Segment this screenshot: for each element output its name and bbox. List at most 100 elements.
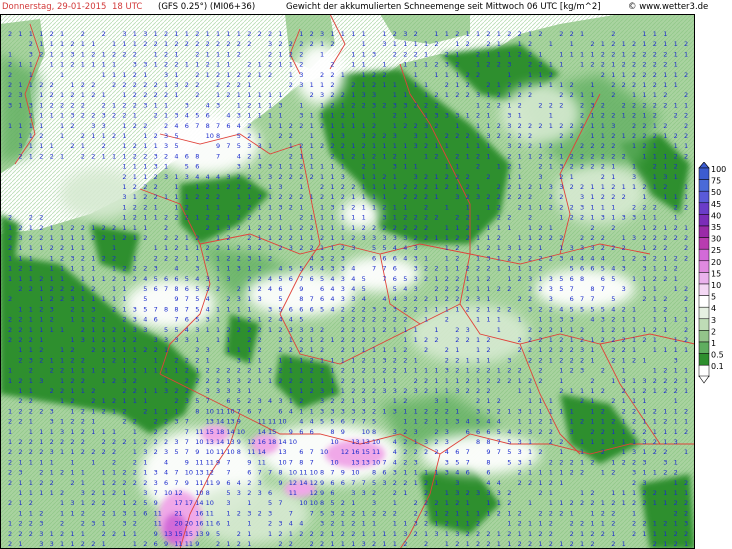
svg-text:1: 1 [393, 183, 397, 191]
svg-text:3: 3 [174, 418, 178, 426]
svg-text:1: 1 [8, 275, 12, 283]
svg-text:4: 4 [570, 254, 574, 262]
svg-text:1: 1 [424, 530, 428, 538]
svg-text:2: 2 [91, 50, 95, 58]
svg-text:1: 1 [122, 499, 126, 507]
svg-text:3: 3 [247, 244, 251, 252]
svg-text:3: 3 [164, 336, 168, 344]
scale-label: 10 [711, 281, 721, 290]
svg-text:4: 4 [362, 295, 366, 303]
svg-text:2: 2 [226, 183, 230, 191]
svg-text:2: 2 [122, 438, 126, 446]
svg-text:2: 2 [684, 326, 688, 334]
svg-text:1: 1 [663, 438, 667, 446]
svg-text:2: 2 [518, 101, 522, 109]
svg-text:7: 7 [466, 458, 470, 466]
svg-text:1: 1 [206, 30, 210, 38]
svg-text:1: 1 [226, 244, 230, 252]
svg-text:1: 1 [174, 50, 178, 58]
svg-text:1: 1 [112, 244, 116, 252]
svg-text:1: 1 [580, 530, 584, 538]
svg-text:2: 2 [642, 183, 646, 191]
svg-text:1: 1 [60, 40, 64, 48]
svg-text:1: 1 [424, 316, 428, 324]
svg-text:2: 2 [320, 193, 324, 201]
svg-text:1: 1 [8, 377, 12, 385]
svg-text:3: 3 [185, 101, 189, 109]
svg-text:1: 1 [247, 356, 251, 364]
svg-text:2: 2 [278, 326, 282, 334]
svg-text:1: 1 [341, 520, 345, 528]
svg-text:1: 1 [549, 61, 553, 69]
svg-text:3: 3 [310, 326, 314, 334]
svg-text:2: 2 [226, 295, 230, 303]
svg-text:2: 2 [445, 81, 449, 89]
svg-text:2: 2 [466, 295, 470, 303]
svg-text:3: 3 [486, 254, 490, 262]
svg-text:2: 2 [133, 101, 137, 109]
svg-text:1: 1 [112, 101, 116, 109]
scale-box [698, 353, 710, 366]
svg-text:2: 2 [684, 530, 688, 538]
svg-text:1: 1 [29, 479, 33, 487]
svg-text:6: 6 [185, 152, 189, 160]
svg-text:1: 1 [258, 356, 262, 364]
svg-text:2: 2 [632, 81, 636, 89]
svg-text:4: 4 [164, 458, 168, 466]
svg-text:2: 2 [195, 81, 199, 89]
svg-text:1: 1 [362, 173, 366, 181]
svg-text:1: 1 [258, 367, 262, 375]
svg-text:2: 2 [497, 407, 501, 415]
svg-text:2: 2 [258, 265, 262, 273]
svg-text:2: 2 [143, 203, 147, 211]
svg-text:1: 1 [247, 81, 251, 89]
svg-text:3: 3 [237, 203, 241, 211]
svg-text:3: 3 [622, 265, 626, 273]
svg-text:2: 2 [528, 122, 532, 130]
svg-text:2: 2 [330, 40, 334, 48]
svg-text:6: 6 [164, 275, 168, 283]
svg-text:1: 1 [320, 40, 324, 48]
svg-text:3: 3 [299, 81, 303, 89]
svg-text:2: 2 [372, 132, 376, 140]
svg-text:2: 2 [538, 163, 542, 171]
svg-text:8: 8 [278, 469, 282, 477]
svg-text:2: 2 [112, 397, 116, 405]
svg-text:2: 2 [195, 40, 199, 48]
svg-text:1: 1 [445, 254, 449, 262]
svg-text:7: 7 [382, 458, 386, 466]
svg-text:3: 3 [414, 387, 418, 395]
svg-text:1: 1 [330, 234, 334, 242]
svg-text:1: 1 [424, 469, 428, 477]
svg-text:2: 2 [684, 499, 688, 507]
svg-text:2: 2 [663, 183, 667, 191]
svg-text:1: 1 [216, 61, 220, 69]
svg-text:2: 2 [414, 448, 418, 456]
svg-text:2: 2 [528, 356, 532, 364]
svg-text:9: 9 [174, 295, 178, 303]
svg-text:2: 2 [653, 234, 657, 242]
svg-text:1: 1 [289, 367, 293, 375]
svg-text:2: 2 [258, 244, 262, 252]
svg-text:1: 1 [663, 254, 667, 262]
svg-text:2: 2 [122, 407, 126, 415]
svg-text:1: 1 [91, 275, 95, 283]
svg-text:10: 10 [289, 438, 297, 446]
svg-text:2: 2 [476, 265, 480, 273]
svg-text:8: 8 [372, 469, 376, 477]
svg-text:1: 1 [143, 397, 147, 405]
svg-text:2: 2 [258, 336, 262, 344]
scale-boxes [698, 167, 710, 378]
svg-text:2: 2 [518, 142, 522, 150]
svg-text:2: 2 [590, 163, 594, 171]
svg-text:1: 1 [258, 214, 262, 222]
svg-text:4: 4 [320, 265, 324, 273]
svg-text:5: 5 [507, 448, 511, 456]
svg-text:2: 2 [559, 122, 563, 130]
svg-text:1: 1 [486, 224, 490, 232]
svg-text:1: 1 [622, 132, 626, 140]
scale-label: 35 [711, 223, 721, 232]
svg-text:1: 1 [164, 244, 168, 252]
svg-text:1: 1 [310, 193, 314, 201]
svg-text:1: 1 [684, 316, 688, 324]
